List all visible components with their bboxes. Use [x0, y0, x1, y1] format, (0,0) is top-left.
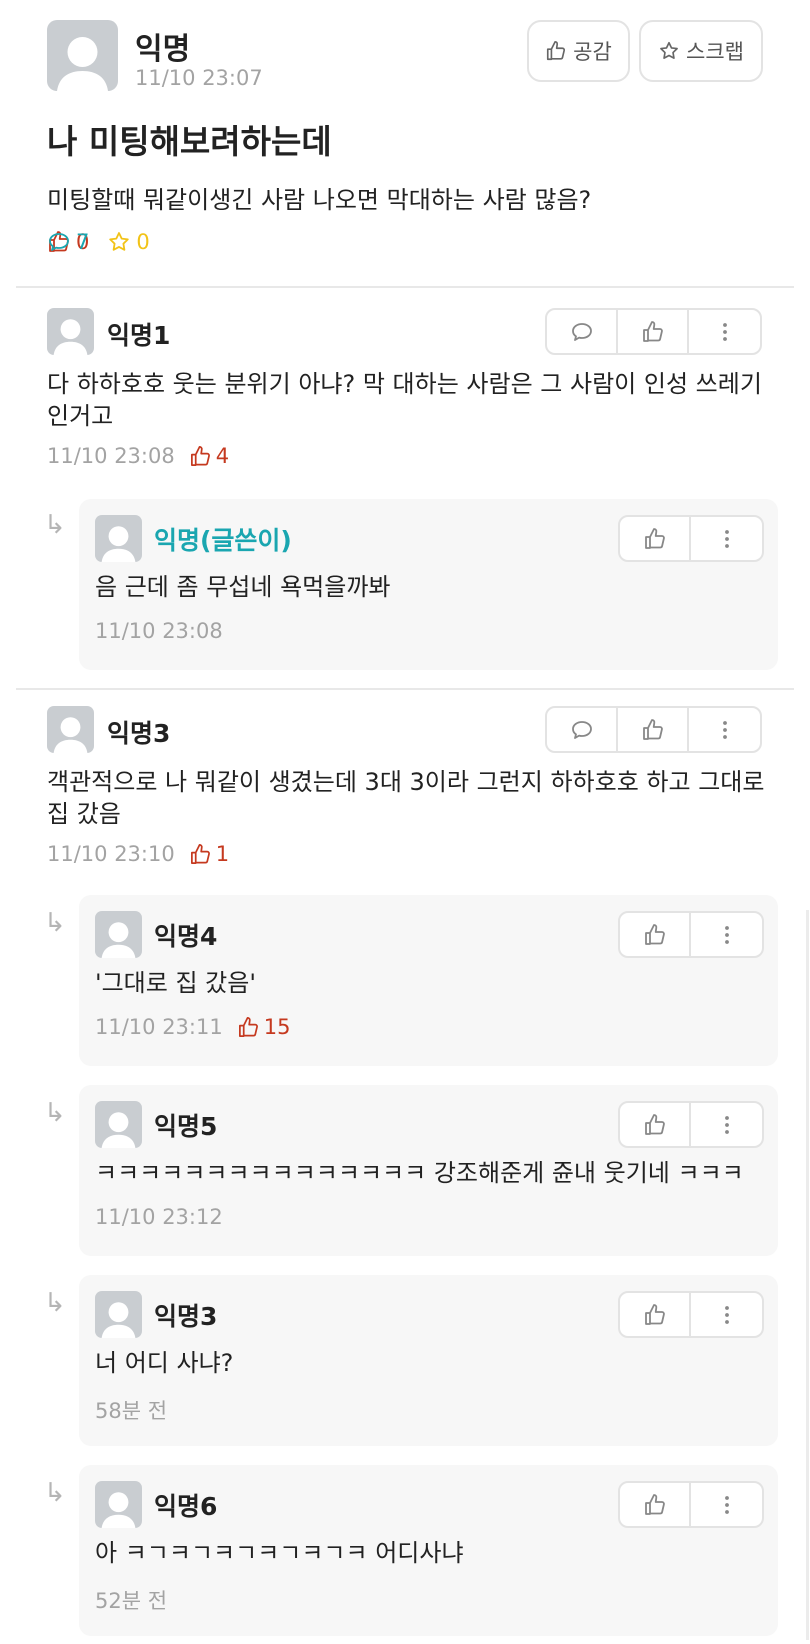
reply-author: 익명5 — [154, 1112, 218, 1141]
reply-text: '그대로 집 갔음' — [95, 969, 256, 997]
comment-text: 객관적으로 나 뭐같이 생겼는데 3대 3이라 그런지 하하호호 하고 그대로 … — [47, 768, 765, 828]
thumbs-up-icon — [189, 445, 212, 468]
reply-button[interactable] — [547, 708, 618, 751]
reply-time: 11/10 23:11 — [95, 1015, 223, 1039]
scrap-label: 스크랩 — [686, 40, 744, 64]
comment-author: 익명3 — [107, 719, 171, 748]
reply-time: 11/10 23:08 — [95, 619, 223, 643]
like-button[interactable] — [620, 1293, 691, 1336]
thumbs-up-icon — [545, 40, 567, 62]
vote-count-value: 1 — [215, 842, 230, 866]
comment: 익명1 다 하하호호 웃는 분위기 아냐? 막 대하는 사람은 그 사람이 인성… — [0, 292, 810, 680]
reply-actions — [618, 1481, 764, 1528]
vote-count: 15 — [237, 1015, 291, 1039]
like-button[interactable] — [620, 1483, 691, 1526]
post-body: 미팅할때 뭐같이생긴 사람 나오면 막대하는 사람 많음? — [47, 186, 592, 214]
vote-count: 1 — [189, 842, 229, 866]
reply-actions — [618, 515, 764, 562]
post-stats: 0 7 0 — [47, 230, 168, 254]
reply-author: 익명4 — [154, 922, 218, 951]
reply: 익명(글쓴이) 음 근데 좀 무섭네 욕먹을까봐 11/10 23:08 — [79, 499, 778, 670]
more-options-button[interactable] — [689, 310, 760, 353]
empathy-button[interactable]: 공감 — [527, 20, 630, 82]
avatar — [95, 1481, 142, 1528]
more-options-button[interactable] — [691, 913, 762, 956]
reply-meta: 11/10 23:08 — [95, 619, 223, 643]
comment-count-value: 7 — [76, 230, 90, 254]
reply: 익명3 너 어디 사냐? 58분 전 — [79, 1275, 778, 1446]
comment-author: 익명1 — [107, 321, 171, 350]
reply-time: 52분 전 — [95, 1589, 168, 1613]
comment-count: 7 — [47, 230, 810, 254]
vote-count-value: 4 — [215, 444, 230, 468]
thumbs-up-icon — [237, 1016, 260, 1039]
avatar — [95, 1291, 142, 1338]
avatar — [47, 706, 94, 753]
comment-actions — [545, 308, 762, 355]
like-button[interactable] — [618, 708, 689, 751]
empathy-label: 공감 — [573, 40, 612, 64]
reply-meta: 11/10 23:12 — [95, 1205, 223, 1229]
reply-time: 58분 전 — [95, 1399, 168, 1423]
reply-actions — [618, 1291, 764, 1338]
post-author: 익명 — [135, 32, 191, 67]
comment-text: 다 하하호호 웃는 분위기 아냐? 막 대하는 사람은 그 사람이 인성 쓰레기… — [47, 370, 762, 430]
star-icon — [658, 40, 680, 62]
scrollbar[interactable] — [806, 910, 809, 1640]
reply-arrow-icon: ↳ — [44, 1478, 66, 1508]
reply-meta: 52분 전 — [95, 1585, 167, 1615]
reply: 익명6 아 ㅋㄱㅋㄱㅋㄱㅋㄱㅋㄱㅋ 어디사냐 52분 전 — [79, 1465, 778, 1636]
scrap-button[interactable]: 스크랩 — [639, 20, 763, 82]
more-options-button[interactable] — [689, 708, 760, 751]
reply-meta: 58분 전 — [95, 1395, 167, 1425]
avatar — [95, 911, 142, 958]
comment-time: 11/10 23:08 — [47, 444, 175, 468]
reply: 익명5 ㅋㅋㅋㅋㅋㅋㅋㅋㅋㅋㅋㅋㅋㅋㅋ 강조해준게 쥰내 웃기네 ㅋㅋㅋ 11/… — [79, 1085, 778, 1256]
comment-meta: 11/10 23:10 1 — [47, 842, 229, 866]
reply-actions — [618, 1101, 764, 1148]
reply-author: 익명3 — [154, 1302, 218, 1331]
reply-meta: 11/10 23:11 15 — [95, 1015, 290, 1039]
like-button[interactable] — [620, 913, 691, 956]
vote-count-value: 15 — [263, 1015, 291, 1039]
post-title: 나 미팅해보려하는데 — [47, 122, 332, 161]
reply: 익명4 '그대로 집 갔음' 11/10 23:11 15 — [79, 895, 778, 1066]
post-time: 11/10 23:07 — [135, 66, 263, 90]
reply-text: 너 어디 사냐? — [95, 1349, 234, 1377]
divider — [16, 286, 794, 288]
comment-time: 11/10 23:10 — [47, 842, 175, 866]
comment-actions — [545, 706, 762, 753]
reply-text: ㅋㅋㅋㅋㅋㅋㅋㅋㅋㅋㅋㅋㅋㅋㅋ 강조해준게 쥰내 웃기네 ㅋㅋㅋ — [95, 1159, 744, 1187]
post: 익명 11/10 23:07 공감 스크랩 나 미팅해보려하는데 미팅할때 뭐같… — [0, 0, 810, 292]
comment-meta: 11/10 23:08 4 — [47, 444, 229, 468]
comment-bubble-icon — [47, 230, 71, 254]
more-options-button[interactable] — [691, 517, 762, 560]
reply-author: 익명6 — [154, 1492, 218, 1521]
author-avatar — [47, 20, 118, 91]
like-button[interactable] — [620, 517, 691, 560]
more-options-button[interactable] — [691, 1293, 762, 1336]
reply-time: 11/10 23:12 — [95, 1205, 223, 1229]
reply-button[interactable] — [547, 310, 618, 353]
reply-arrow-icon: ↳ — [44, 510, 66, 540]
avatar — [95, 515, 142, 562]
reply-text: 음 근데 좀 무섭네 욕먹을까봐 — [95, 573, 391, 601]
reply-text: 아 ㅋㄱㅋㄱㅋㄱㅋㄱㅋㄱㅋ 어디사냐 — [95, 1539, 464, 1567]
thumbs-up-icon — [189, 843, 212, 866]
like-button[interactable] — [618, 310, 689, 353]
more-options-button[interactable] — [691, 1103, 762, 1146]
reply-actions — [618, 911, 764, 958]
like-button[interactable] — [620, 1103, 691, 1146]
reply-arrow-icon: ↳ — [44, 908, 66, 938]
reply-arrow-icon: ↳ — [44, 1098, 66, 1128]
reply-author: 익명(글쓴이) — [154, 526, 292, 555]
avatar — [95, 1101, 142, 1148]
comment: 익명3 객관적으로 나 뭐같이 생겼는데 3대 3이라 그런지 하하호호 하고 … — [0, 690, 810, 1640]
reply-arrow-icon: ↳ — [44, 1288, 66, 1318]
vote-count: 4 — [189, 444, 229, 468]
avatar — [47, 308, 94, 355]
more-options-button[interactable] — [691, 1483, 762, 1526]
